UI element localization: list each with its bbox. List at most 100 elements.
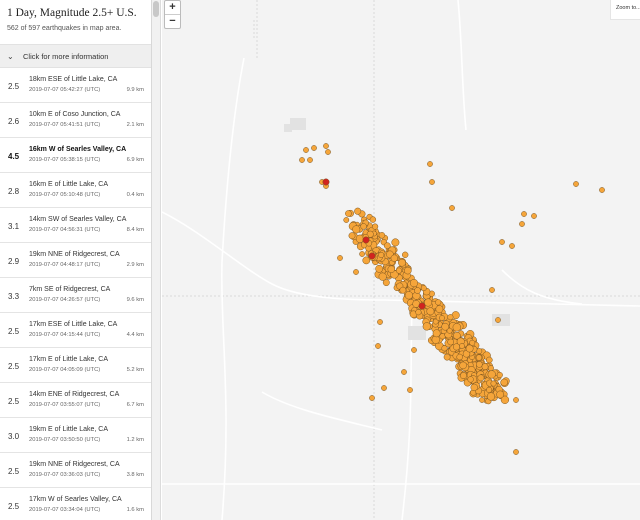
earthquake-marker[interactable]	[399, 286, 407, 294]
earthquake-marker[interactable]	[427, 161, 433, 167]
earthquake-marker[interactable]	[378, 232, 386, 239]
earthquake-marker[interactable]	[323, 143, 329, 149]
earthquake-marker[interactable]	[495, 317, 501, 323]
earthquake-marker[interactable]	[513, 449, 519, 455]
zoom-to-menu[interactable]: Zoom to...	[610, 0, 640, 20]
earthquake-marker[interactable]	[460, 372, 467, 380]
earthquake-marker[interactable]	[404, 266, 412, 275]
scrollbar-thumb[interactable]	[153, 1, 159, 17]
earthquake-marker[interactable]	[477, 374, 485, 382]
earthquake-marker[interactable]	[467, 376, 474, 383]
earthquake-marker[interactable]	[459, 343, 465, 349]
earthquake-marker[interactable]	[496, 390, 505, 399]
earthquake-marker[interactable]	[531, 213, 537, 219]
zoom-in-button[interactable]: +	[165, 1, 180, 15]
earthquake-marker[interactable]	[337, 255, 343, 261]
earthquake-marker[interactable]	[490, 380, 497, 387]
earthquake-marker[interactable]	[404, 291, 414, 300]
earthquake-marker[interactable]	[378, 251, 385, 259]
earthquake-marker[interactable]	[299, 157, 305, 163]
earthquake-item[interactable]: 2.5 17km W of Searles Valley, CA 2019-07…	[0, 488, 151, 520]
earthquake-marker[interactable]	[390, 254, 398, 262]
earthquake-marker[interactable]	[343, 217, 350, 223]
earthquake-marker[interactable]	[481, 363, 489, 371]
earthquake-item[interactable]: 2.6 10km E of Coso Junction, CA 2019-07-…	[0, 103, 151, 138]
earthquake-item[interactable]: 3.1 14km SW of Searles Valley, CA 2019-0…	[0, 208, 151, 243]
earthquake-item[interactable]: 2.8 16km E of Little Lake, CA 2019-07-07…	[0, 173, 151, 208]
earthquake-marker[interactable]	[513, 397, 519, 403]
earthquake-marker[interactable]	[439, 315, 445, 321]
earthquake-marker[interactable]	[322, 178, 330, 186]
earthquake-marker[interactable]	[371, 223, 379, 230]
earthquake-marker[interactable]	[353, 269, 359, 275]
earthquake-marker[interactable]	[368, 252, 376, 260]
earthquake-marker[interactable]	[375, 343, 381, 349]
more-info-toggle[interactable]: ⌄ Click for more information	[0, 44, 151, 68]
earthquake-marker[interactable]	[496, 371, 503, 379]
earthquake-marker[interactable]	[369, 216, 377, 223]
earthquake-item[interactable]: 2.5 14km ENE of Ridgecrest, CA 2019-07-0…	[0, 383, 151, 418]
earthquake-marker[interactable]	[459, 361, 467, 370]
earthquake-marker[interactable]	[360, 223, 367, 230]
earthquake-marker[interactable]	[453, 343, 460, 351]
earthquake-marker[interactable]	[307, 157, 313, 163]
earthquake-marker[interactable]	[475, 354, 483, 361]
earthquake-item[interactable]: 2.5 17km ESE of Little Lake, CA 2019-07-…	[0, 313, 151, 348]
earthquake-marker[interactable]	[486, 392, 496, 401]
zoom-out-button[interactable]: −	[165, 15, 180, 29]
earthquake-marker[interactable]	[354, 207, 362, 215]
earthquake-marker[interactable]	[345, 210, 352, 217]
earthquake-marker[interactable]	[352, 225, 361, 234]
earthquake-marker[interactable]	[573, 181, 579, 187]
earthquake-marker[interactable]	[411, 347, 417, 353]
earthquake-marker[interactable]	[452, 323, 461, 332]
earthquake-marker[interactable]	[435, 305, 444, 313]
earthquake-marker[interactable]	[362, 236, 370, 244]
earthquake-marker[interactable]	[409, 279, 419, 288]
earthquake-marker[interactable]	[447, 338, 455, 346]
earthquake-marker[interactable]	[391, 238, 400, 247]
earthquake-item[interactable]: 4.5 16km W of Searles Valley, CA 2019-07…	[0, 138, 151, 173]
earthquake-marker[interactable]	[311, 145, 317, 151]
earthquake-marker[interactable]	[401, 369, 407, 375]
earthquake-marker[interactable]	[383, 242, 391, 250]
earthquake-marker[interactable]	[485, 356, 493, 364]
earthquake-marker[interactable]	[429, 179, 435, 185]
earthquake-marker[interactable]	[418, 302, 426, 310]
earthquake-map[interactable]	[162, 0, 640, 520]
earthquake-marker[interactable]	[414, 287, 421, 294]
earthquake-marker[interactable]	[422, 322, 431, 331]
earthquake-marker[interactable]	[521, 211, 527, 217]
earthquake-marker[interactable]	[387, 265, 396, 274]
earthquake-marker[interactable]	[486, 386, 493, 393]
earthquake-marker[interactable]	[303, 147, 309, 153]
earthquake-marker[interactable]	[487, 365, 494, 372]
earthquake-marker[interactable]	[432, 329, 441, 338]
earthquake-marker[interactable]	[456, 353, 463, 361]
earthquake-marker[interactable]	[489, 287, 495, 293]
earthquake-marker[interactable]	[465, 344, 474, 353]
earthquake-marker[interactable]	[407, 387, 413, 393]
earthquake-marker[interactable]	[447, 314, 454, 321]
earthquake-marker[interactable]	[369, 395, 375, 401]
earthquake-marker[interactable]	[441, 322, 450, 331]
earthquake-item[interactable]: 2.5 18km ESE of Little Lake, CA 2019-07-…	[0, 68, 151, 103]
earthquake-marker[interactable]	[519, 221, 525, 227]
earthquake-marker[interactable]	[443, 353, 451, 361]
earthquake-marker[interactable]	[435, 299, 442, 306]
earthquake-item[interactable]: 2.5 17km E of Little Lake, CA 2019-07-07…	[0, 348, 151, 383]
earthquake-marker[interactable]	[381, 385, 387, 391]
earthquake-marker[interactable]	[476, 361, 483, 368]
earthquake-marker[interactable]	[359, 251, 365, 257]
earthquake-marker[interactable]	[424, 298, 433, 307]
earthquake-marker[interactable]	[325, 149, 331, 155]
earthquake-marker[interactable]	[449, 205, 455, 211]
earthquake-marker[interactable]	[375, 264, 384, 273]
earthquake-marker[interactable]	[509, 243, 515, 249]
earthquake-marker[interactable]	[398, 258, 406, 267]
earthquake-item[interactable]: 2.9 19km NNE of Ridgecrest, CA 2019-07-0…	[0, 243, 151, 278]
earthquake-marker[interactable]	[470, 383, 478, 392]
earthquake-marker[interactable]	[426, 307, 435, 316]
earthquake-marker[interactable]	[402, 251, 409, 258]
earthquake-marker[interactable]	[378, 272, 387, 281]
